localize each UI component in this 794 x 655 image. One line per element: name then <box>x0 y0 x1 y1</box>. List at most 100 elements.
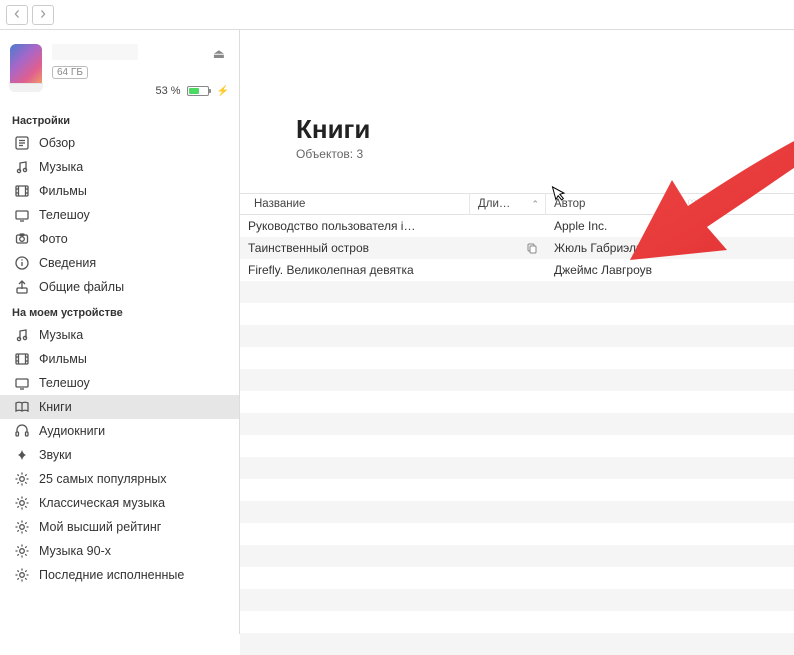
table-row-empty <box>240 303 794 325</box>
gear-icon <box>14 543 30 559</box>
gear-icon <box>14 567 30 583</box>
sidebar-ondevice-movies-1[interactable]: Фильмы <box>0 347 239 371</box>
sidebar-settings-info-5[interactable]: Сведения <box>0 251 239 275</box>
photos-icon <box>14 231 30 247</box>
storage-badge: 64 ГБ <box>52 66 88 79</box>
sidebar-item-label: Фото <box>39 232 68 246</box>
table-row[interactable]: Firefly. Великолепная девятка Джеймс Лавг… <box>240 259 794 281</box>
chevron-left-icon <box>13 8 21 22</box>
tv-icon <box>14 375 30 391</box>
col-name[interactable]: Название <box>240 194 470 214</box>
sidebar-item-label: Телешоу <box>39 376 90 390</box>
sidebar-item-label: Мой высший рейтинг <box>39 520 161 534</box>
cell-author: Джеймс Лавгроув <box>546 263 676 277</box>
table-row-empty <box>240 325 794 347</box>
sidebar-ondevice-audiobk-4[interactable]: Аудиокниги <box>0 419 239 443</box>
sidebar-item-label: Фильмы <box>39 184 87 198</box>
sidebar-ondevice-gear-9[interactable]: Музыка 90-х <box>0 539 239 563</box>
sidebar-item-label: Телешоу <box>39 208 90 222</box>
gear-icon <box>14 471 30 487</box>
table-row-empty <box>240 347 794 369</box>
sidebar-item-label: Музыка <box>39 160 83 174</box>
sort-icon: ⌃ <box>531 199 539 210</box>
toolbar <box>0 0 794 30</box>
page-title: Книги <box>296 114 794 145</box>
sidebar-ondevice-gear-10[interactable]: Последние исполненные <box>0 563 239 587</box>
table-row-empty <box>240 435 794 457</box>
gear-icon <box>14 495 30 511</box>
sidebar-item-label: Книги <box>39 400 72 414</box>
sidebar-item-label: Фильмы <box>39 352 87 366</box>
sidebar-item-label: Обзор <box>39 136 75 150</box>
sidebar-settings-tv-3[interactable]: Телешоу <box>0 203 239 227</box>
sidebar-section-settings: Настройки <box>0 107 239 131</box>
nav-back-button[interactable] <box>6 5 28 25</box>
sidebar-settings-files-6[interactable]: Общие файлы <box>0 275 239 299</box>
col-heart[interactable]: ♡ <box>676 194 708 214</box>
col-author[interactable]: Автор ⌃ <box>546 194 676 214</box>
sidebar-item-label: Музыка <box>39 328 83 342</box>
heart-icon: ♡ <box>687 197 697 211</box>
chevron-up-icon: ⌃ <box>661 199 669 210</box>
table-row-empty <box>240 413 794 435</box>
sidebar-ondevice-gear-8[interactable]: Мой высший рейтинг <box>0 515 239 539</box>
col-duration[interactable]: Дли… ⌃ <box>470 194 546 214</box>
device-header: 64 ГБ 53 % ⚡ ⏏ <box>0 36 239 107</box>
cell-name: Руководство пользователя i… <box>240 219 470 233</box>
movies-icon <box>14 351 30 367</box>
chevron-right-icon <box>39 8 47 22</box>
cell-name: Firefly. Великолепная девятка <box>240 263 470 277</box>
sidebar-settings-photos-4[interactable]: Фото <box>0 227 239 251</box>
table-row-empty <box>240 611 794 633</box>
page-subtitle: Объектов: 3 <box>296 147 794 161</box>
sidebar-settings-summary-0[interactable]: Обзор <box>0 131 239 155</box>
table-row-empty <box>240 281 794 303</box>
sidebar-ondevice-gear-7[interactable]: Классическая музыка <box>0 491 239 515</box>
table-row-empty <box>240 369 794 391</box>
tv-icon <box>14 207 30 223</box>
table-row[interactable]: Таинственный остров Жюль Габриэль Ве… <box>240 237 794 259</box>
charging-icon: ⚡ <box>217 86 229 97</box>
audiobk-icon <box>14 423 30 439</box>
cell-author: Жюль Габриэль Ве… <box>546 241 676 255</box>
table-row-empty <box>240 567 794 589</box>
cell-duration <box>470 242 546 254</box>
table-row-empty <box>240 523 794 545</box>
table-row-empty <box>240 589 794 611</box>
sidebar-ondevice-tv-2[interactable]: Телешоу <box>0 371 239 395</box>
info-icon <box>14 255 30 271</box>
sidebar-ondevice-tones-5[interactable]: Звуки <box>0 443 239 467</box>
sidebar-item-label: Музыка 90-х <box>39 544 111 558</box>
sidebar-settings-music-1[interactable]: Музыка <box>0 155 239 179</box>
table-row[interactable]: Руководство пользователя i…Apple Inc. <box>240 215 794 237</box>
table-row-empty <box>240 479 794 501</box>
sidebar-item-label: Последние исполненные <box>39 568 184 582</box>
sidebar-settings-movies-2[interactable]: Фильмы <box>0 179 239 203</box>
sidebar-item-label: 25 самых популярных <box>39 472 167 486</box>
sidebar-item-label: Аудиокниги <box>39 424 105 438</box>
files-icon <box>14 279 30 295</box>
sidebar-item-label: Звуки <box>39 448 72 462</box>
sidebar: 64 ГБ 53 % ⚡ ⏏ Настройки Обзор Музыка Филь… <box>0 30 240 634</box>
battery-percent: 53 % <box>155 85 180 97</box>
table-row-empty <box>240 633 794 655</box>
books-table: Название Дли… ⌃ Автор ⌃ ♡ Руководство по… <box>240 193 794 655</box>
music-icon <box>14 159 30 175</box>
table-row-empty <box>240 501 794 523</box>
books-icon <box>14 399 30 415</box>
table-row-empty <box>240 545 794 567</box>
eject-icon[interactable]: ⏏ <box>213 46 225 62</box>
sidebar-ondevice-gear-6[interactable]: 25 самых популярных <box>0 467 239 491</box>
sidebar-ondevice-books-3[interactable]: Книги <box>0 395 239 419</box>
device-name-placeholder <box>52 44 138 60</box>
tones-icon <box>14 447 30 463</box>
table-header: Название Дли… ⌃ Автор ⌃ ♡ <box>240 193 794 215</box>
content-pane: Книги Объектов: 3 Название Дли… ⌃ Автор … <box>240 30 794 634</box>
table-row-empty <box>240 391 794 413</box>
movies-icon <box>14 183 30 199</box>
gear-icon <box>14 519 30 535</box>
nav-forward-button[interactable] <box>32 5 54 25</box>
sidebar-ondevice-music-0[interactable]: Музыка <box>0 323 239 347</box>
sidebar-item-label: Классическая музыка <box>39 496 165 510</box>
cell-name: Таинственный остров <box>240 241 470 255</box>
